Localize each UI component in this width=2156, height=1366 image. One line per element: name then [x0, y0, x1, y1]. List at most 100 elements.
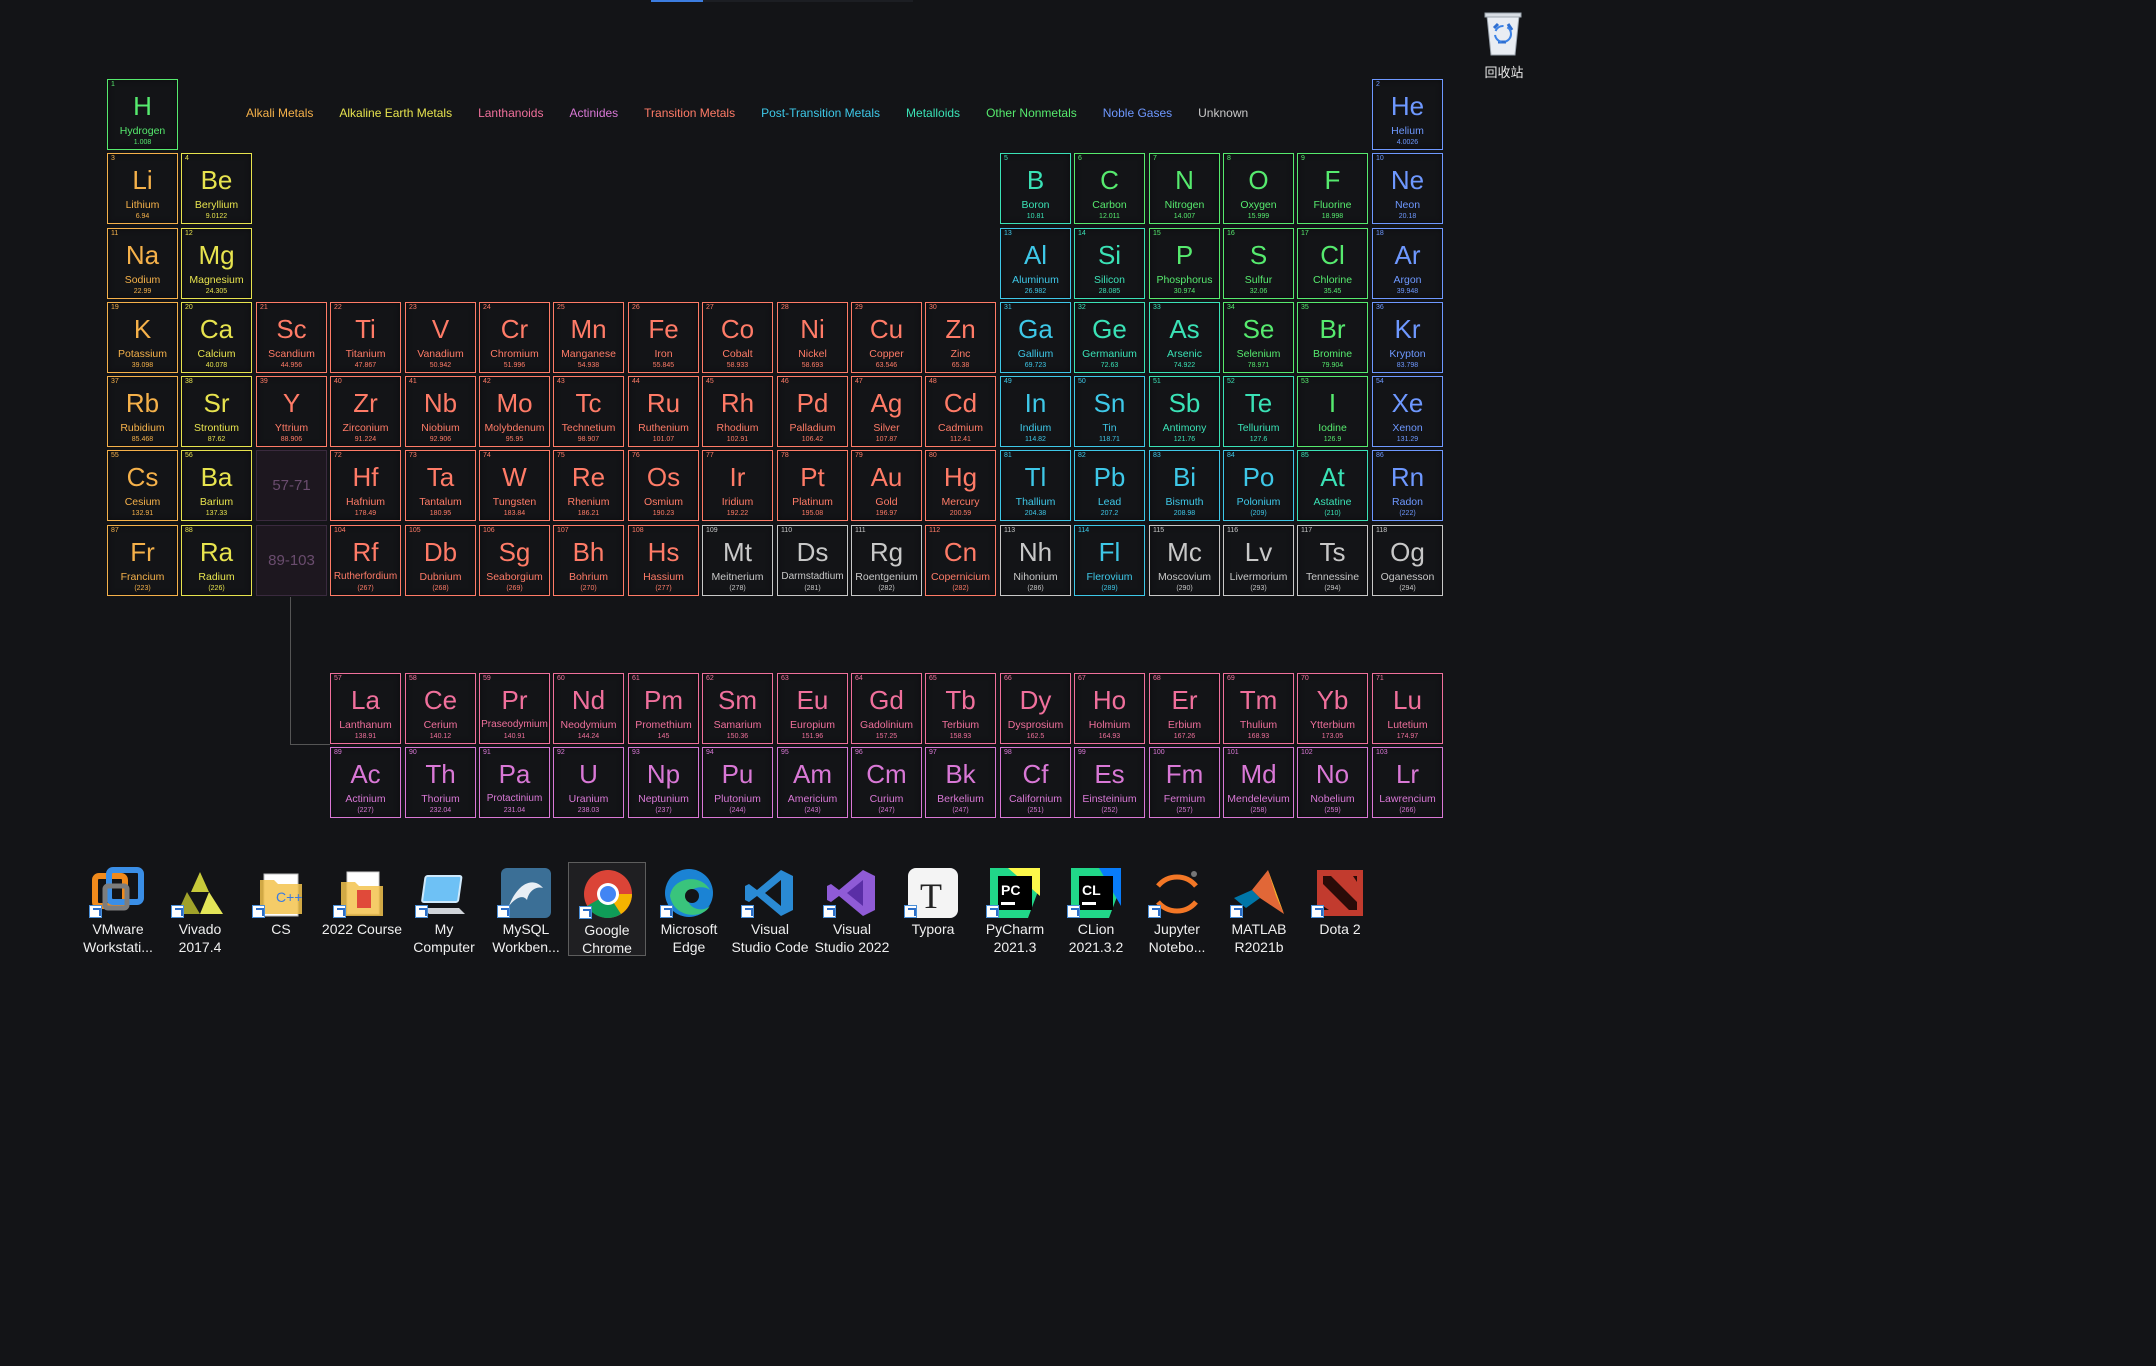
element-pb[interactable]: 82 Pb Lead 207.2: [1074, 450, 1145, 521]
element-db[interactable]: 105 Db Dubnium (268): [405, 525, 476, 596]
element-w[interactable]: 74 W Tungsten 183.84: [479, 450, 550, 521]
element-zn[interactable]: 30 Zn Zinc 65.38: [925, 302, 996, 373]
element-sm[interactable]: 62 Sm Samarium 150.36: [702, 673, 773, 744]
element-ds[interactable]: 110 Ds Darmstadtium (281): [777, 525, 848, 596]
element-os[interactable]: 76 Os Osmium 190.23: [628, 450, 699, 521]
element-rh[interactable]: 45 Rh Rhodium 102.91: [702, 376, 773, 447]
element-li[interactable]: 3 Li Lithium 6.94: [107, 153, 178, 224]
shortcut-vivado[interactable]: Vivado 2017.4: [161, 862, 239, 956]
element-ag[interactable]: 47 Ag Silver 107.87: [851, 376, 922, 447]
element-he[interactable]: 2 He Helium 4.0026: [1372, 79, 1443, 150]
element-rg[interactable]: 111 Rg Roentgenium (282): [851, 525, 922, 596]
element-lu[interactable]: 71 Lu Lutetium 174.97: [1372, 673, 1443, 744]
element-cr[interactable]: 24 Cr Chromium 51.996: [479, 302, 550, 373]
element-pr[interactable]: 59 Pr Praseodymium 140.91: [479, 673, 550, 744]
element-ga[interactable]: 31 Ga Gallium 69.723: [1000, 302, 1071, 373]
shortcut-jupyter[interactable]: Jupyter Notebo...: [1138, 862, 1216, 956]
element-in[interactable]: 49 In Indium 114.82: [1000, 376, 1071, 447]
element-ho[interactable]: 67 Ho Holmium 164.93: [1074, 673, 1145, 744]
element-nd[interactable]: 60 Nd Neodymium 144.24: [553, 673, 624, 744]
element-md[interactable]: 101 Md Mendelevium (258): [1223, 747, 1294, 818]
shortcut-dota[interactable]: Dota 2: [1301, 862, 1379, 956]
shortcut-mysql[interactable]: MySQL Workben...: [487, 862, 565, 956]
shortcut-edge[interactable]: Microsoft Edge: [650, 862, 728, 956]
element-h[interactable]: 1 H Hydrogen 1.008: [107, 79, 178, 150]
element-dy[interactable]: 66 Dy Dysprosium 162.5: [1000, 673, 1071, 744]
element-rb[interactable]: 37 Rb Rubidium 85.468: [107, 376, 178, 447]
element-n[interactable]: 7 N Nitrogen 14.007: [1149, 153, 1220, 224]
element-cl[interactable]: 17 Cl Chlorine 35.45: [1297, 228, 1368, 299]
element-np[interactable]: 93 Np Neptunium (237): [628, 747, 699, 818]
shortcut-matlab[interactable]: MATLAB R2021b: [1220, 862, 1298, 956]
element-hs[interactable]: 108 Hs Hassium (277): [628, 525, 699, 596]
element-tm[interactable]: 69 Tm Thulium 168.93: [1223, 673, 1294, 744]
element-te[interactable]: 52 Te Tellurium 127.6: [1223, 376, 1294, 447]
element-si[interactable]: 14 Si Silicon 28.085: [1074, 228, 1145, 299]
element-gd[interactable]: 64 Gd Gadolinium 157.25: [851, 673, 922, 744]
element-po[interactable]: 84 Po Polonium (209): [1223, 450, 1294, 521]
element-er[interactable]: 68 Er Erbium 167.26: [1149, 673, 1220, 744]
series-placeholder[interactable]: 89-103: [256, 525, 327, 596]
element-bk[interactable]: 97 Bk Berkelium (247): [925, 747, 996, 818]
element-rn[interactable]: 86 Rn Radon (222): [1372, 450, 1443, 521]
element-zr[interactable]: 40 Zr Zirconium 91.224: [330, 376, 401, 447]
element-cu[interactable]: 29 Cu Copper 63.546: [851, 302, 922, 373]
element-fm[interactable]: 100 Fm Fermium (257): [1149, 747, 1220, 818]
element-hg[interactable]: 80 Hg Mercury 200.59: [925, 450, 996, 521]
element-sb[interactable]: 51 Sb Antimony 121.76: [1149, 376, 1220, 447]
element-as[interactable]: 33 As Arsenic 74.922: [1149, 302, 1220, 373]
element-cm[interactable]: 96 Cm Curium (247): [851, 747, 922, 818]
element-br[interactable]: 35 Br Bromine 79.904: [1297, 302, 1368, 373]
element-yb[interactable]: 70 Yb Ytterbium 173.05: [1297, 673, 1368, 744]
element-no[interactable]: 102 No Nobelium (259): [1297, 747, 1368, 818]
element-la[interactable]: 57 La Lanthanum 138.91: [330, 673, 401, 744]
shortcut-course[interactable]: 2022 Course: [322, 862, 402, 956]
element-tb[interactable]: 65 Tb Terbium 158.93: [925, 673, 996, 744]
element-ca[interactable]: 20 Ca Calcium 40.078: [181, 302, 252, 373]
element-pt[interactable]: 78 Pt Platinum 195.08: [777, 450, 848, 521]
element-pu[interactable]: 94 Pu Plutonium (244): [702, 747, 773, 818]
element-lr[interactable]: 103 Lr Lawrencium (266): [1372, 747, 1443, 818]
shortcut-vmware[interactable]: VMware Workstati...: [79, 862, 157, 956]
element-nb[interactable]: 41 Nb Niobium 92.906: [405, 376, 476, 447]
shortcut-vscode[interactable]: Visual Studio Code: [731, 862, 809, 956]
element-rf[interactable]: 104 Rf Rutherfordium (267): [330, 525, 401, 596]
element-ru[interactable]: 44 Ru Ruthenium 101.07: [628, 376, 699, 447]
element-ac[interactable]: 89 Ac Actinium (227): [330, 747, 401, 818]
element-au[interactable]: 79 Au Gold 196.97: [851, 450, 922, 521]
element-pd[interactable]: 46 Pd Palladium 106.42: [777, 376, 848, 447]
element-re[interactable]: 75 Re Rhenium 186.21: [553, 450, 624, 521]
element-ge[interactable]: 32 Ge Germanium 72.63: [1074, 302, 1145, 373]
element-lv[interactable]: 116 Lv Livermorium (293): [1223, 525, 1294, 596]
element-sn[interactable]: 50 Sn Tin 118.71: [1074, 376, 1145, 447]
element-th[interactable]: 90 Th Thorium 232.04: [405, 747, 476, 818]
element-fr[interactable]: 87 Fr Francium (223): [107, 525, 178, 596]
element-ra[interactable]: 88 Ra Radium (226): [181, 525, 252, 596]
series-placeholder[interactable]: 57-71: [256, 450, 327, 521]
shortcut-clion[interactable]: CL CLion 2021.3.2: [1057, 862, 1135, 956]
element-tc[interactable]: 43 Tc Technetium 98.907: [553, 376, 624, 447]
element-co[interactable]: 27 Co Cobalt 58.933: [702, 302, 773, 373]
element-eu[interactable]: 63 Eu Europium 151.96: [777, 673, 848, 744]
shortcut-chrome[interactable]: Google Chrome: [568, 862, 646, 956]
element-ts[interactable]: 117 Ts Tennessine (294): [1297, 525, 1368, 596]
element-sc[interactable]: 21 Sc Scandium 44.956: [256, 302, 327, 373]
element-ir[interactable]: 77 Ir Iridium 192.22: [702, 450, 773, 521]
element-cf[interactable]: 98 Cf Californium (251): [1000, 747, 1071, 818]
element-bh[interactable]: 107 Bh Bohrium (270): [553, 525, 624, 596]
element-ti[interactable]: 22 Ti Titanium 47.867: [330, 302, 401, 373]
element-pm[interactable]: 61 Pm Promethium 145: [628, 673, 699, 744]
element-ar[interactable]: 18 Ar Argon 39.948: [1372, 228, 1443, 299]
element-fe[interactable]: 26 Fe Iron 55.845: [628, 302, 699, 373]
element-be[interactable]: 4 Be Beryllium 9.0122: [181, 153, 252, 224]
element-mn[interactable]: 25 Mn Manganese 54.938: [553, 302, 624, 373]
shortcut-cs[interactable]: C++ CS: [242, 862, 320, 956]
element-at[interactable]: 85 At Astatine (210): [1297, 450, 1368, 521]
element-cn[interactable]: 112 Cn Copernicium (282): [925, 525, 996, 596]
element-k[interactable]: 19 K Potassium 39.098: [107, 302, 178, 373]
element-mc[interactable]: 115 Mc Moscovium (290): [1149, 525, 1220, 596]
shortcut-vs2022[interactable]: Visual Studio 2022: [813, 862, 891, 956]
element-bi[interactable]: 83 Bi Bismuth 208.98: [1149, 450, 1220, 521]
element-sr[interactable]: 38 Sr Strontium 87.62: [181, 376, 252, 447]
element-kr[interactable]: 36 Kr Krypton 83.798: [1372, 302, 1443, 373]
